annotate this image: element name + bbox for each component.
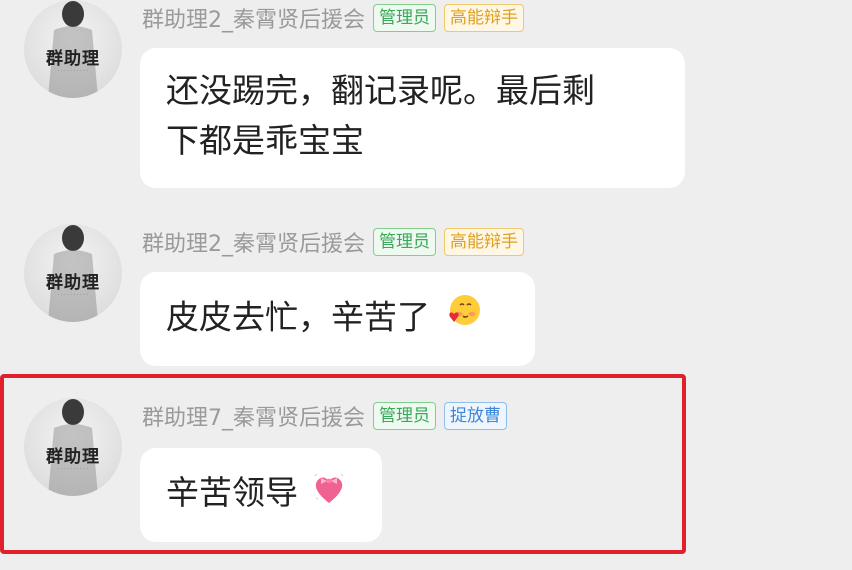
sender-row: 群助理2_秦霄贤后援会 管理员 高能辩手 (142, 226, 524, 258)
message-text: 辛苦领导 (166, 473, 298, 512)
avatar[interactable]: 群助理 · · · · · · · · · · (24, 398, 122, 496)
title-badge: 捉放曹 (444, 402, 507, 430)
message-bubble[interactable]: 皮皮去忙，辛苦了 (140, 272, 535, 366)
title-badge: 高能辩手 (444, 4, 524, 32)
avatar-subtext: · · · · · · · · · · (57, 68, 89, 74)
sender-row: 群助理2_秦霄贤后援会 管理员 高能辩手 (142, 2, 524, 34)
avatar-subtext: · · · · · · · · · · (57, 292, 89, 298)
admin-badge: 管理员 (373, 228, 436, 256)
message-bubble[interactable]: 辛苦领导 (140, 448, 382, 542)
avatar[interactable]: 群助理 · · · · · · · · · · (24, 0, 122, 98)
message-bubble[interactable]: 还没踢完，翻记录呢。最后剩 下都是乖宝宝 (140, 48, 685, 188)
message-text-line: 下都是乖宝宝 (166, 121, 364, 160)
avatar-text: 群助理 (46, 447, 100, 467)
chat-message: 群助理 · · · · · · · · · · 群助理2_秦霄贤后援会 管理员 … (0, 0, 852, 200)
admin-badge: 管理员 (373, 402, 436, 430)
avatar-subtext: · · · · · · · · · · (57, 466, 89, 472)
avatar[interactable]: 群助理 · · · · · · · · · · (24, 224, 122, 322)
sender-name[interactable]: 群助理2_秦霄贤后援会 (142, 226, 365, 258)
message-text: 皮皮去忙，辛苦了 (166, 297, 430, 337)
sender-row: 群助理7_秦霄贤后援会 管理员 捉放曹 (142, 400, 507, 432)
blush-heart-emoji-icon (443, 292, 483, 346)
message-text-line: 还没踢完，翻记录呢。最后剩 (166, 71, 595, 110)
heart-bow-emoji-icon (311, 470, 347, 520)
chat-message: 群助理 · · · · · · · · · · 群助理2_秦霄贤后援会 管理员 … (0, 224, 852, 374)
chat-message: 群助理 · · · · · · · · · · 群助理7_秦霄贤后援会 管理员 … (0, 398, 852, 548)
avatar-text: 群助理 (46, 49, 100, 69)
admin-badge: 管理员 (373, 4, 436, 32)
sender-name[interactable]: 群助理7_秦霄贤后援会 (142, 400, 365, 432)
sender-name[interactable]: 群助理2_秦霄贤后援会 (142, 2, 365, 34)
title-badge: 高能辩手 (444, 228, 524, 256)
avatar-text: 群助理 (46, 273, 100, 293)
